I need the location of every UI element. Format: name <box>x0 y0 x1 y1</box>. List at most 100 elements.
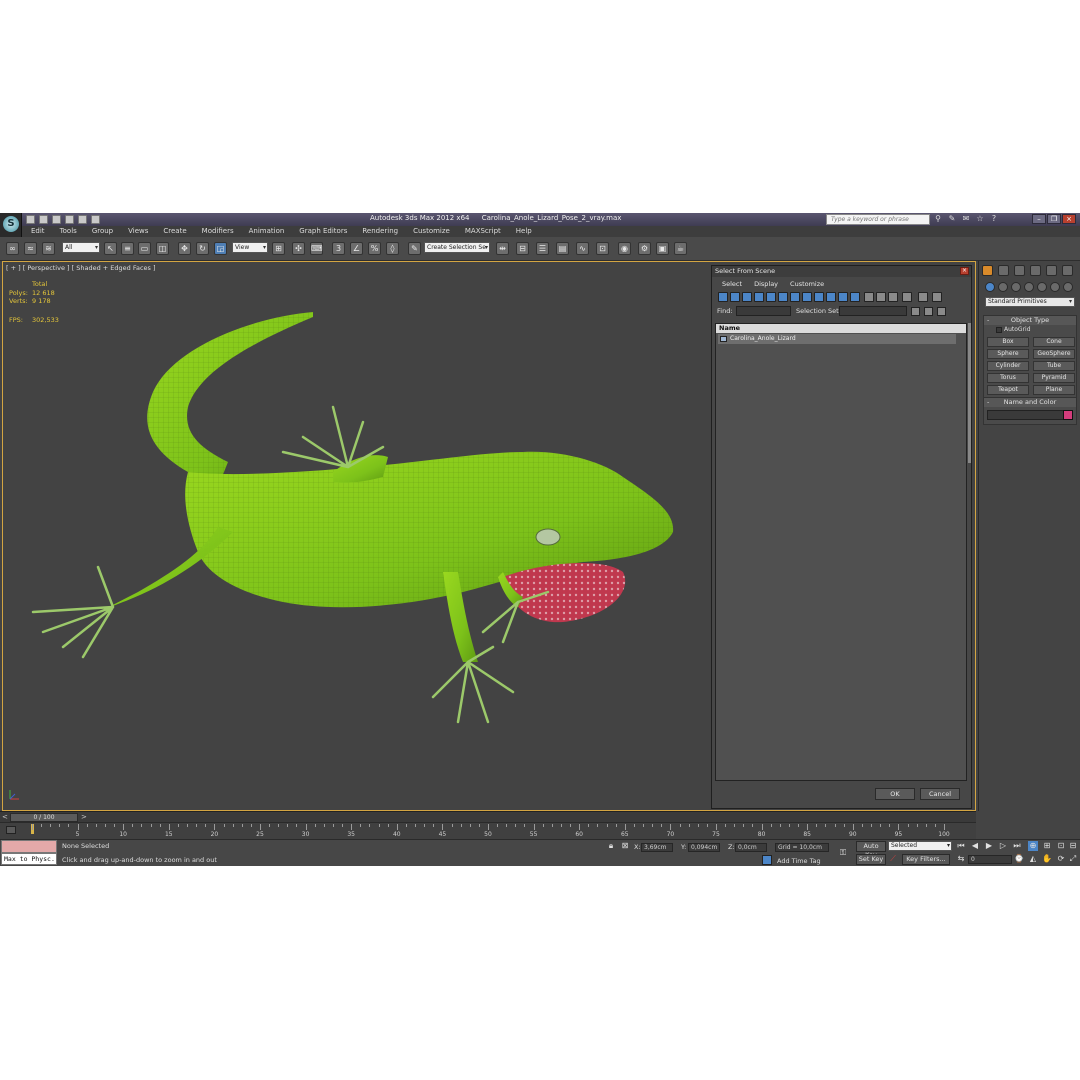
render-production-icon[interactable]: ☕ <box>674 242 687 255</box>
z-coordinate-field[interactable]: 0,0cm <box>735 843 767 852</box>
lock-selection-icon[interactable]: 🔒︎ <box>606 841 616 851</box>
lights-category-icon[interactable] <box>1011 282 1021 292</box>
filter-cameras-icon[interactable] <box>754 292 764 302</box>
dialog-menu-select[interactable]: Select <box>716 280 748 288</box>
schematic-view-icon[interactable]: ⊡ <box>596 242 609 255</box>
zoom-icon[interactable]: ⊕ <box>1028 841 1038 851</box>
menu-animation[interactable]: Animation <box>240 226 291 237</box>
menu-rendering[interactable]: Rendering <box>353 226 404 237</box>
pivot-center-icon[interactable]: ⊞ <box>272 242 285 255</box>
select-by-name-icon[interactable]: ≡ <box>121 242 134 255</box>
dialog-menu-display[interactable]: Display <box>748 280 784 288</box>
cylinder-button[interactable]: Cylinder <box>987 361 1029 371</box>
next-frame-icon[interactable]: > <box>81 813 87 821</box>
dialog-close-icon[interactable]: × <box>960 267 969 275</box>
filter-hidden-icon[interactable] <box>850 292 860 302</box>
time-tag-icon[interactable] <box>762 855 772 865</box>
bind-space-warp-icon[interactable]: ≋ <box>42 242 55 255</box>
key-mode-toggle-icon[interactable]: ⇆ <box>956 854 966 864</box>
add-time-tag[interactable]: Add Time Tag <box>777 857 821 865</box>
object-color-swatch[interactable] <box>1063 410 1073 420</box>
menu-customize[interactable]: Customize <box>404 226 456 237</box>
menu-group[interactable]: Group <box>83 226 119 237</box>
ok-button[interactable]: OK <box>875 788 915 800</box>
edit-named-selection-icon[interactable]: ✎ <box>408 242 421 255</box>
angle-snap-icon[interactable]: ∠ <box>350 242 363 255</box>
select-all-icon[interactable] <box>864 292 874 302</box>
dialog-menu-customize[interactable]: Customize <box>784 280 830 288</box>
go-to-end-icon[interactable]: ⏭ <box>1012 841 1022 851</box>
select-invert-icon[interactable] <box>888 292 898 302</box>
material-editor-icon[interactable]: ◉ <box>618 242 631 255</box>
teapot-button[interactable]: Teapot <box>987 385 1029 395</box>
object-name-input[interactable] <box>987 410 1073 420</box>
zoom-extents-icon[interactable]: ⊡ <box>1056 841 1066 851</box>
list-item[interactable]: Carolina_Anole_Lizard <box>718 334 956 344</box>
select-manipulate-icon[interactable]: ✣ <box>292 242 305 255</box>
next-key-icon[interactable]: ▷ <box>998 841 1008 851</box>
redo-icon[interactable] <box>78 215 87 224</box>
absolute-mode-icon[interactable]: ⊠ <box>620 841 630 851</box>
spinner-snap-icon[interactable]: ◊ <box>386 242 399 255</box>
new-file-icon[interactable] <box>26 215 35 224</box>
y-coordinate-field[interactable]: 0,094cm <box>688 843 720 852</box>
open-file-icon[interactable] <box>39 215 48 224</box>
menu-maxscript[interactable]: MAXScript <box>456 226 507 237</box>
filter-spacewarps-icon[interactable] <box>778 292 788 302</box>
x-coordinate-field[interactable]: 3,69cm <box>641 843 673 852</box>
filter-helpers-icon[interactable] <box>766 292 776 302</box>
helpers-category-icon[interactable] <box>1037 282 1047 292</box>
primitive-category-dropdown[interactable]: Standard Primitives <box>985 297 1075 307</box>
go-to-start-icon[interactable]: ⏮ <box>956 841 966 851</box>
menu-graph-editors[interactable]: Graph Editors <box>290 226 353 237</box>
find-case-sensitive-icon[interactable] <box>918 292 928 302</box>
shapes-category-icon[interactable] <box>998 282 1008 292</box>
mirror-icon[interactable]: ⇹ <box>496 242 509 255</box>
filter-shapes-icon[interactable] <box>730 292 740 302</box>
zoom-all-icon[interactable]: ⊞ <box>1042 841 1052 851</box>
lizard-model[interactable] <box>3 262 703 811</box>
select-and-rotate-icon[interactable]: ↻ <box>196 242 209 255</box>
favorites-icon[interactable]: ☆ <box>976 215 984 223</box>
play-icon[interactable]: ▶ <box>984 841 994 851</box>
unlink-icon[interactable]: ≈ <box>24 242 37 255</box>
utilities-tab-icon[interactable] <box>1062 265 1073 276</box>
tube-button[interactable]: Tube <box>1033 361 1075 371</box>
curve-editor-icon[interactable]: ∿ <box>576 242 589 255</box>
create-tab-icon[interactable] <box>982 265 993 276</box>
menu-edit[interactable]: Edit <box>22 226 51 237</box>
menu-help[interactable]: Help <box>507 226 538 237</box>
keyword-search-input[interactable]: Type a keyword or phrase <box>826 214 930 225</box>
list-column-name[interactable]: Name <box>716 324 966 333</box>
help-icon[interactable]: ? <box>990 215 998 223</box>
filter-groups-icon[interactable] <box>790 292 800 302</box>
select-object-icon[interactable]: ↖ <box>104 242 117 255</box>
selection-filter-dropdown[interactable]: All <box>62 242 100 253</box>
spacewarps-category-icon[interactable] <box>1050 282 1060 292</box>
geosphere-button[interactable]: GeoSphere <box>1033 349 1075 359</box>
name-and-color-header[interactable]: - Name and Color <box>984 398 1076 407</box>
menu-tools[interactable]: Tools <box>51 226 83 237</box>
binoculars-icon[interactable]: ⚲ <box>934 215 942 223</box>
previous-frame-icon[interactable]: < <box>2 813 8 821</box>
rectangular-selection-icon[interactable]: ▭ <box>138 242 151 255</box>
minimize-icon[interactable]: – <box>1032 214 1046 224</box>
box-button[interactable]: Box <box>987 337 1029 347</box>
hierarchy-tab-icon[interactable] <box>1014 265 1025 276</box>
project-folder-icon[interactable] <box>91 215 100 224</box>
set-key-icon[interactable]: ⚿ <box>838 848 848 858</box>
align-icon[interactable]: ⊟ <box>516 242 529 255</box>
filter-containers-icon[interactable] <box>826 292 836 302</box>
menu-modifiers[interactable]: Modifiers <box>193 226 240 237</box>
graphite-ribbon-icon[interactable]: ▤ <box>556 242 569 255</box>
display-tab-icon[interactable] <box>1046 265 1057 276</box>
track-bar[interactable]: 5 10 15 20 25 30 35 40 45 50 55 60 65 70 75 80 85 90 95 100 <box>0 822 976 839</box>
modify-tab-icon[interactable] <box>998 265 1009 276</box>
pan-view-icon[interactable]: ✋ <box>1042 854 1052 864</box>
select-and-scale-icon[interactable]: ◲ <box>214 242 227 255</box>
window-crossing-icon[interactable]: ◫ <box>156 242 169 255</box>
sphere-button[interactable]: Sphere <box>987 349 1029 359</box>
select-dependents-icon[interactable] <box>932 292 942 302</box>
filter-frozen-icon[interactable] <box>838 292 848 302</box>
plane-button[interactable]: Plane <box>1033 385 1075 395</box>
